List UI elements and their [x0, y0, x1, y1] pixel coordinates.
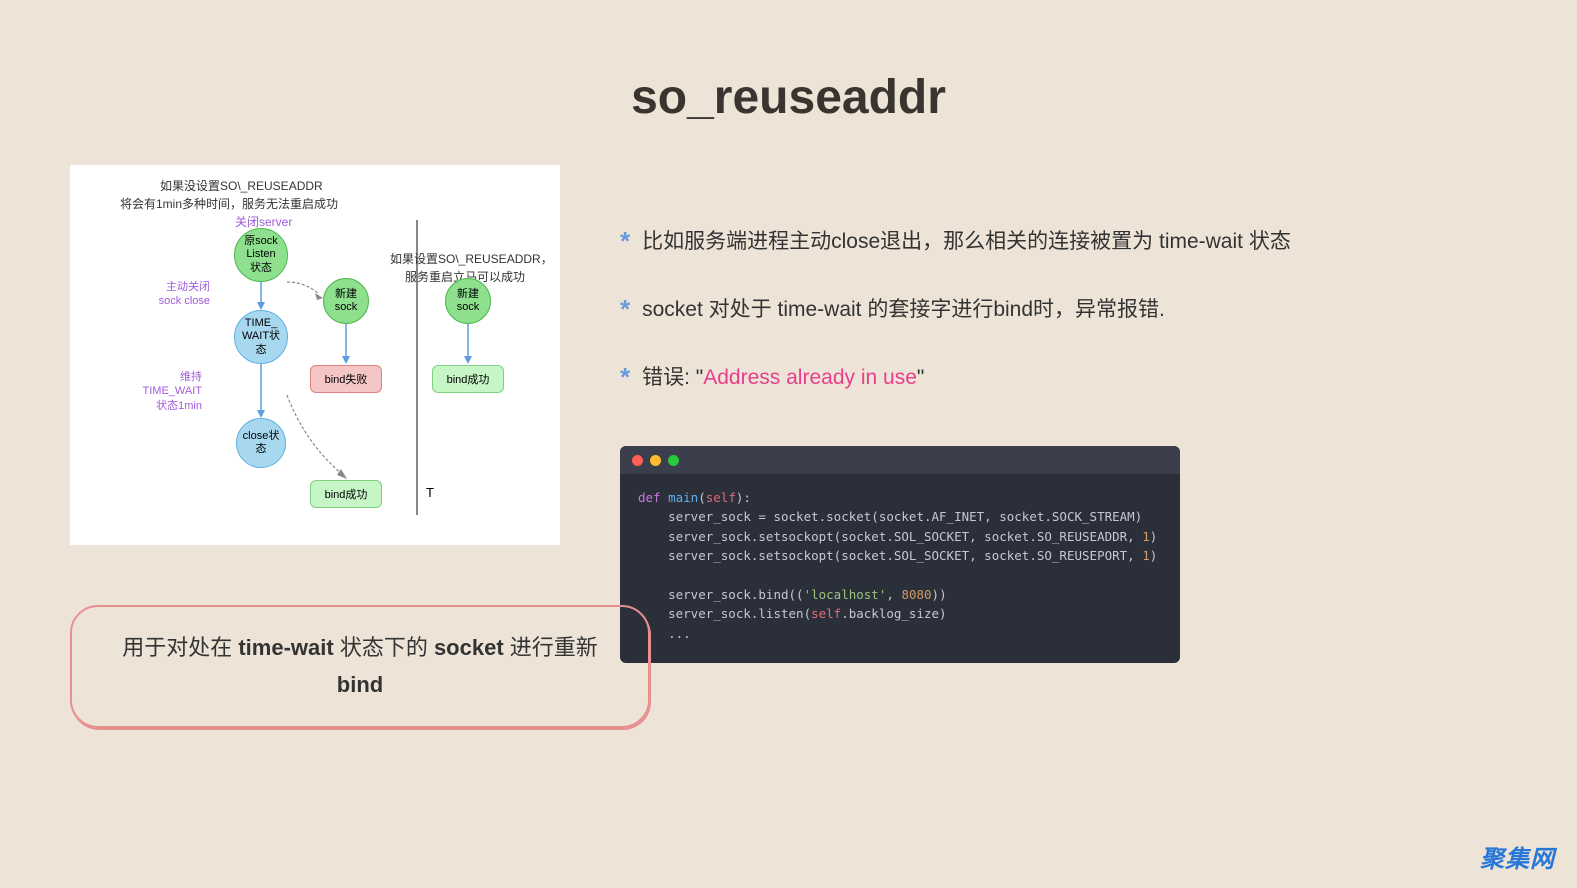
bullet-3-text: 错误: "Address already in use"	[642, 361, 924, 391]
node-time-wait: TIME_ WAIT状 态	[234, 310, 288, 364]
callout-kw-socket: socket	[434, 635, 504, 660]
asterisk-icon: *	[620, 364, 630, 390]
node-new-sock-1: 新建 sock	[323, 278, 369, 324]
callout-kw-bind: bind	[337, 672, 383, 697]
bullet-1: * 比如服务端进程主动close退出，那么相关的连接被置为 time-wait …	[620, 225, 1527, 255]
flow-diagram: 如果没设置SO\_REUSEADDR 将会有1min多种时间，服务无法重启成功 …	[70, 165, 560, 545]
node-orig-sock: 原sock Listen 状态	[234, 228, 288, 282]
bullet-1-text: 比如服务端进程主动close退出，那么相关的连接被置为 time-wait 状态	[642, 225, 1291, 255]
box-bind-fail: bind失败	[310, 365, 382, 393]
diagram-header-2: 将会有1min多种时间，服务无法重启成功	[120, 195, 338, 212]
asterisk-icon: *	[620, 296, 630, 322]
code-body: def main(self): server_sock = socket.soc…	[620, 474, 1180, 663]
diagram-header-1: 如果没设置SO\_REUSEADDR	[160, 177, 323, 194]
code-window-header	[620, 446, 1180, 474]
label-maintain: 维持TIME_WAIT 状态1min	[122, 370, 202, 413]
bullet-3: * 错误: "Address already in use"	[620, 361, 1527, 391]
callout-text-2: 状态下的	[334, 635, 434, 660]
asterisk-icon: *	[620, 228, 630, 254]
watermark: 聚集网	[1480, 839, 1555, 874]
callout-box: 用于对处在 time-wait 状态下的 socket 进行重新 bind	[70, 605, 650, 728]
label-t: T	[426, 485, 434, 500]
bullet-2: * socket 对处于 time-wait 的套接字进行bind时，异常报错.	[620, 293, 1527, 323]
page-title: so_reuseaddr	[0, 0, 1577, 125]
close-icon	[632, 455, 643, 466]
node-new-sock-2: 新建 sock	[445, 278, 491, 324]
callout-kw-timewait: time-wait	[238, 635, 333, 660]
bullet-2-text: socket 对处于 time-wait 的套接字进行bind时，异常报错.	[642, 293, 1165, 323]
node-close-state: close状 态	[236, 418, 286, 468]
callout-text-1: 用于对处在	[122, 635, 238, 660]
minimize-icon	[650, 455, 661, 466]
label-active-close: 主动关闭 sock close	[130, 280, 210, 309]
code-snippet: def main(self): server_sock = socket.soc…	[620, 446, 1180, 663]
callout-text-3: 进行重新	[504, 635, 598, 660]
box-bind-ok-2: bind成功	[432, 365, 504, 393]
maximize-icon	[668, 455, 679, 466]
diagram-header-right-1: 如果设置SO\_REUSEADDR，	[390, 250, 553, 267]
